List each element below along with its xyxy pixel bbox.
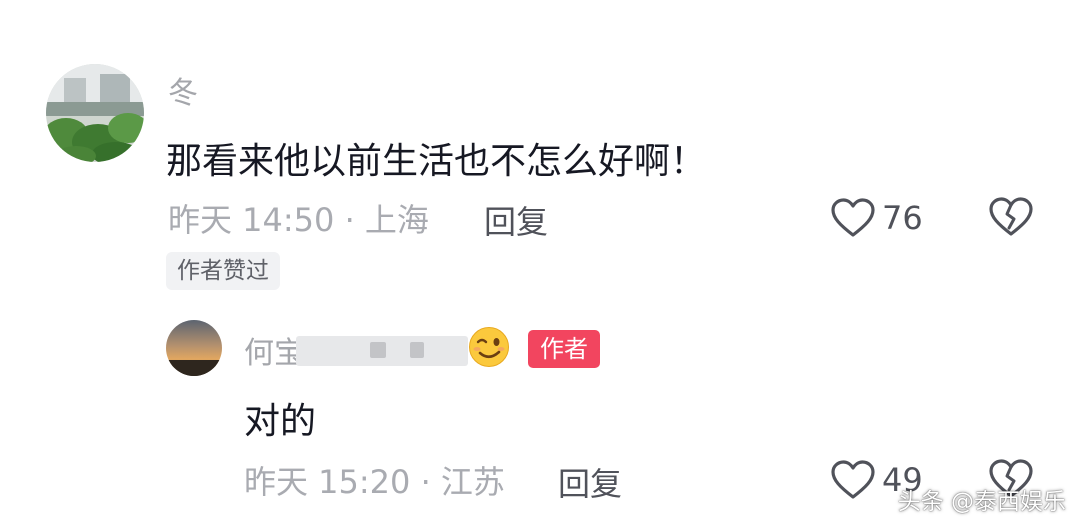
watermark: 头条 @泰西娱乐 [897,489,1066,515]
heart-outline-icon [830,197,876,239]
reply-meta: 昨天 15:20 · 江苏 [244,458,505,502]
comment-username[interactable]: 冬 [168,68,198,112]
broken-heart-icon [988,196,1034,238]
username-redaction [410,342,424,358]
like-button[interactable]: 76 [830,196,923,240]
avatar-image [46,64,144,162]
reply-text: 对的 [244,401,317,442]
dislike-button[interactable] [988,196,1034,238]
avatar[interactable] [166,320,222,376]
winking-face-emoji [468,326,510,372]
username-redaction [370,342,386,358]
comment-time-location: 昨天 14:50 · 上海 [168,201,429,239]
author-badge: 作者 [528,330,600,368]
reply-username[interactable]: 何宝 [244,328,304,372]
reply-time-location: 昨天 15:20 · 江苏 [244,463,505,501]
author-liked-badge: 作者赞过 [166,252,280,290]
reply-button[interactable]: 回复 [558,459,622,505]
comment-meta: 昨天 14:50 · 上海 [168,196,429,240]
comment-text: 那看来他以前生活也不怎么好啊！ [166,141,707,182]
heart-outline-icon [830,459,876,501]
comment-item: 冬 那看来他以前生活也不怎么好啊！ 昨天 14:50 · 上海 回复 76 作者… [0,0,1080,300]
avatar[interactable] [46,64,144,162]
reply-button[interactable]: 回复 [484,197,548,243]
avatar-image [166,320,222,376]
like-count: 76 [882,199,923,237]
